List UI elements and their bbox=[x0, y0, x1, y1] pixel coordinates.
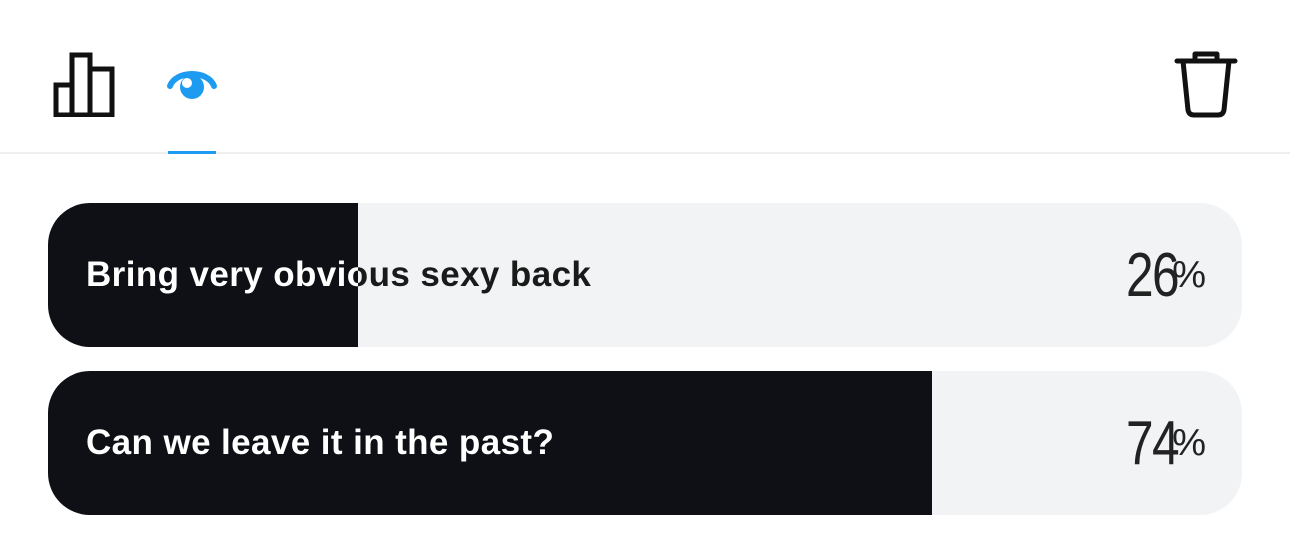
poll-option: Bring very obvious sexy back Bring very … bbox=[48, 203, 1242, 347]
trash-icon bbox=[1174, 51, 1238, 118]
poll-option-label-on-fill: Can we leave it in the past? bbox=[86, 423, 555, 462]
percent-value: 74 bbox=[1126, 408, 1180, 478]
percent-value: 26 bbox=[1126, 240, 1180, 310]
poll-option-fill-label-clip: Can we leave it in the past? bbox=[48, 371, 932, 515]
delete-button[interactable] bbox=[1168, 44, 1244, 122]
poll-option-label-on-fill: Bring very obvious sexy back bbox=[86, 255, 359, 294]
poll-option: Can we leave it in the past? Can we leav… bbox=[48, 371, 1242, 515]
tab-viewers[interactable] bbox=[160, 52, 224, 116]
eye-icon bbox=[167, 71, 217, 99]
poll-option-percent: 74 % bbox=[1113, 371, 1206, 515]
bar-chart-icon bbox=[53, 52, 115, 117]
poll-option-fill-label-clip: Bring very obvious sexy back bbox=[48, 203, 358, 347]
tab-results[interactable] bbox=[46, 46, 122, 120]
poll-option-percent: 26 % bbox=[1113, 203, 1206, 347]
poll-toolbar bbox=[0, 0, 1290, 154]
active-tab-indicator bbox=[168, 151, 216, 154]
